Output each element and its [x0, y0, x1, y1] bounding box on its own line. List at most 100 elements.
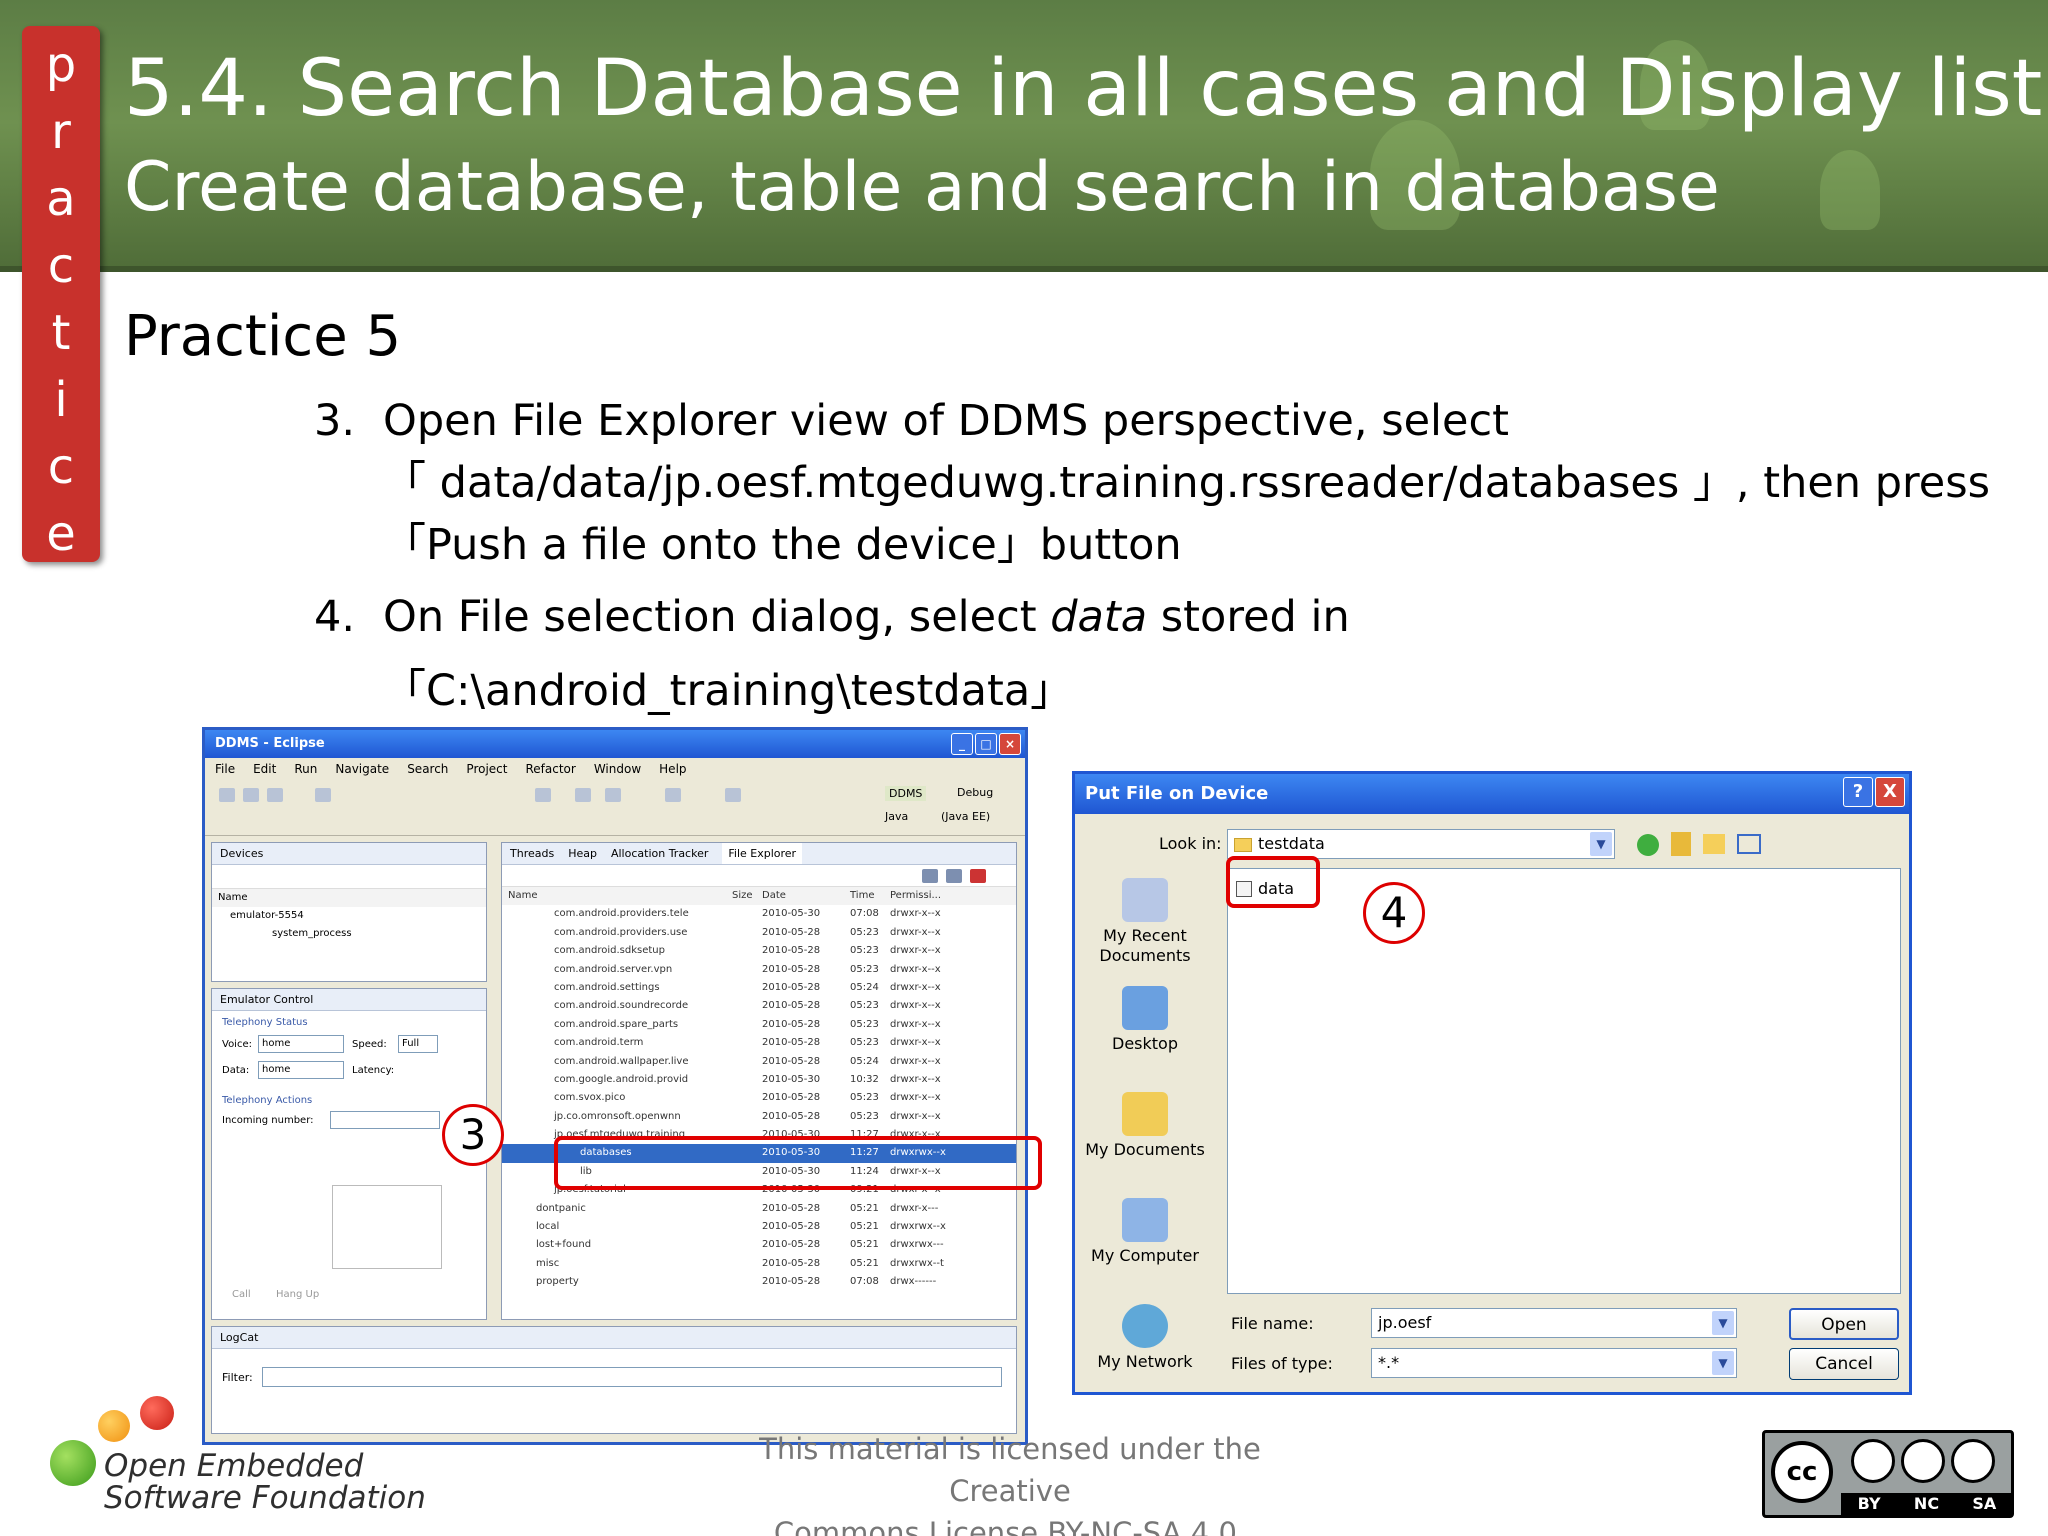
file-row[interactable]: com.android.term 2010-05-28 05:23 drwxr-x--… — [502, 1034, 1016, 1052]
place-my-recent-documents[interactable]: My Recent Documents — [1085, 878, 1205, 966]
filter-input[interactable] — [262, 1367, 1002, 1387]
hang-up-button[interactable]: Hang Up — [276, 1289, 319, 1300]
filetype-label: Files of type: — [1231, 1354, 1333, 1373]
file-row[interactable]: com.android.soundrecorde 2010-05-28 05:23 d… — [502, 997, 1016, 1015]
menu-navigate[interactable]: Navigate — [335, 758, 389, 780]
filetype-select[interactable]: *.* ▼ — [1371, 1348, 1737, 1378]
run-icon[interactable] — [725, 788, 741, 802]
emulator-control-tab[interactable]: Emulator Control — [212, 989, 486, 1011]
file-row[interactable]: com.android.sdksetup 2010-05-28 05:23 drwxr… — [502, 942, 1016, 960]
device-row[interactable]: system_process — [212, 925, 486, 943]
speed-select[interactable]: Full — [398, 1035, 438, 1053]
views-icon[interactable] — [1737, 834, 1761, 854]
file-row[interactable]: com.android.wallpaper.live 2010-05-28 05:2… — [502, 1053, 1016, 1071]
incoming-number-label: Incoming number: — [222, 1115, 314, 1126]
file-row[interactable]: com.android.providers.tele 2010-05-30 07:0… — [502, 905, 1016, 923]
col-name[interactable]: Name — [502, 887, 732, 905]
place-my-computer[interactable]: My Computer — [1085, 1198, 1205, 1266]
up-folder-icon[interactable] — [1671, 832, 1691, 856]
toolbar-icon[interactable] — [605, 788, 621, 802]
file-permissions: drwxr-x--x — [890, 1055, 941, 1067]
perspective-java[interactable]: Java — [885, 810, 908, 823]
open-button[interactable]: Open — [1789, 1308, 1899, 1340]
menu-help[interactable]: Help — [659, 758, 686, 780]
incoming-number-input[interactable] — [330, 1111, 440, 1129]
file-size — [732, 1273, 762, 1291]
devices-tab[interactable]: Devices — [212, 843, 486, 865]
file-name: com.google.android.provid — [554, 1073, 689, 1085]
lookin-select[interactable]: testdata ▼ — [1227, 829, 1615, 859]
file-row[interactable]: jp.co.omronsoft.openwnn 2010-05-28 05:23 dr… — [502, 1108, 1016, 1126]
chevron-down-icon[interactable]: ▼ — [1590, 832, 1612, 856]
menu-window[interactable]: Window — [594, 758, 641, 780]
step-4-number: 4. — [314, 592, 356, 642]
eclipse-menubar: File Edit Run Navigate Search Project Re… — [205, 758, 1025, 780]
device-row[interactable]: emulator-5554 — [212, 907, 486, 925]
file-row[interactable]: local 2010-05-28 05:21 drwxrwx--x — [502, 1218, 1016, 1236]
databases-highlight — [554, 1136, 1042, 1190]
perspective-javaee[interactable]: (Java EE) — [941, 810, 990, 823]
my-computer-icon — [1122, 1198, 1168, 1242]
chevron-down-icon[interactable]: ▼ — [1712, 1351, 1734, 1375]
sms-message-box[interactable] — [332, 1185, 442, 1269]
menu-edit[interactable]: Edit — [253, 758, 276, 780]
print-icon[interactable] — [267, 788, 283, 802]
data-select[interactable]: home — [258, 1061, 344, 1079]
voice-select[interactable]: home — [258, 1035, 344, 1053]
place-my-network[interactable]: My Network — [1085, 1304, 1205, 1372]
file-name: com.android.spare_parts — [554, 1018, 679, 1030]
close-button[interactable]: × — [999, 733, 1021, 755]
delete-file-icon[interactable] — [970, 869, 986, 883]
tab-file-explorer[interactable]: File Explorer — [722, 843, 803, 864]
toolbar-icon[interactable] — [535, 788, 551, 802]
minimize-button[interactable]: _ — [951, 733, 973, 755]
perspective-ddms[interactable]: DDMS — [885, 786, 927, 801]
new-folder-icon[interactable] — [1703, 834, 1725, 854]
file-row[interactable]: com.android.spare_parts 2010-05-28 05:23 dr… — [502, 1016, 1016, 1034]
file-row[interactable]: com.google.android.provid 2010-05-30 10:32… — [502, 1071, 1016, 1089]
col-time[interactable]: Time — [850, 887, 890, 905]
debug-icon[interactable] — [665, 788, 681, 802]
file-time: 05:23 — [850, 1092, 879, 1104]
latency-label: Latency: — [352, 1065, 395, 1076]
pull-file-icon[interactable] — [922, 869, 938, 883]
push-file-icon[interactable] — [946, 869, 962, 883]
file-size — [732, 979, 762, 997]
help-button[interactable]: ? — [1843, 777, 1873, 807]
logcat-tab[interactable]: LogCat — [212, 1327, 1016, 1349]
file-row[interactable]: lost+found 2010-05-28 05:21 drwxrwx--- — [502, 1236, 1016, 1254]
back-icon[interactable] — [1637, 834, 1659, 856]
file-row[interactable]: com.android.providers.use 2010-05-28 05:23… — [502, 924, 1016, 942]
file-row[interactable]: com.svox.pico 2010-05-28 05:23 drwxr-x--x — [502, 1089, 1016, 1107]
place-my-documents[interactable]: My Documents — [1085, 1092, 1205, 1160]
menu-run[interactable]: Run — [294, 758, 317, 780]
toolbar-icon[interactable] — [315, 788, 331, 802]
chevron-down-icon[interactable]: ▼ — [1712, 1311, 1734, 1335]
col-permissions[interactable]: Permissi... — [890, 887, 950, 905]
tab-threads[interactable]: Threads — [510, 843, 554, 864]
menu-project[interactable]: Project — [466, 758, 507, 780]
call-button[interactable]: Call — [232, 1289, 251, 1300]
dialog-close-button[interactable]: X — [1875, 777, 1905, 807]
tab-heap[interactable]: Heap — [568, 843, 597, 864]
perspective-debug[interactable]: Debug — [957, 786, 993, 799]
toolbar-icon[interactable] — [575, 788, 591, 802]
tab-allocation-tracker[interactable]: Allocation Tracker — [611, 843, 708, 864]
place-desktop[interactable]: Desktop — [1085, 986, 1205, 1054]
menu-file[interactable]: File — [215, 758, 235, 780]
filename-input[interactable]: jp.oesf ▼ — [1371, 1308, 1737, 1338]
file-row[interactable]: com.android.settings 2010-05-28 05:24 drwxr… — [502, 979, 1016, 997]
file-time: 05:23 — [850, 926, 879, 938]
menu-refactor[interactable]: Refactor — [525, 758, 575, 780]
save-icon[interactable] — [243, 788, 259, 802]
col-size[interactable]: Size — [732, 887, 762, 905]
file-row[interactable]: misc 2010-05-28 05:21 drwxrwx--t — [502, 1255, 1016, 1273]
file-row[interactable]: property 2010-05-28 07:08 drwx------ — [502, 1273, 1016, 1291]
menu-search[interactable]: Search — [407, 758, 448, 780]
file-row[interactable]: com.android.server.vpn 2010-05-28 05:23 drw… — [502, 961, 1016, 979]
col-date[interactable]: Date — [762, 887, 850, 905]
file-row[interactable]: dontpanic 2010-05-28 05:21 drwxr-x--- — [502, 1200, 1016, 1218]
new-icon[interactable] — [219, 788, 235, 802]
maximize-button[interactable]: □ — [975, 733, 997, 755]
cancel-button[interactable]: Cancel — [1789, 1348, 1899, 1380]
